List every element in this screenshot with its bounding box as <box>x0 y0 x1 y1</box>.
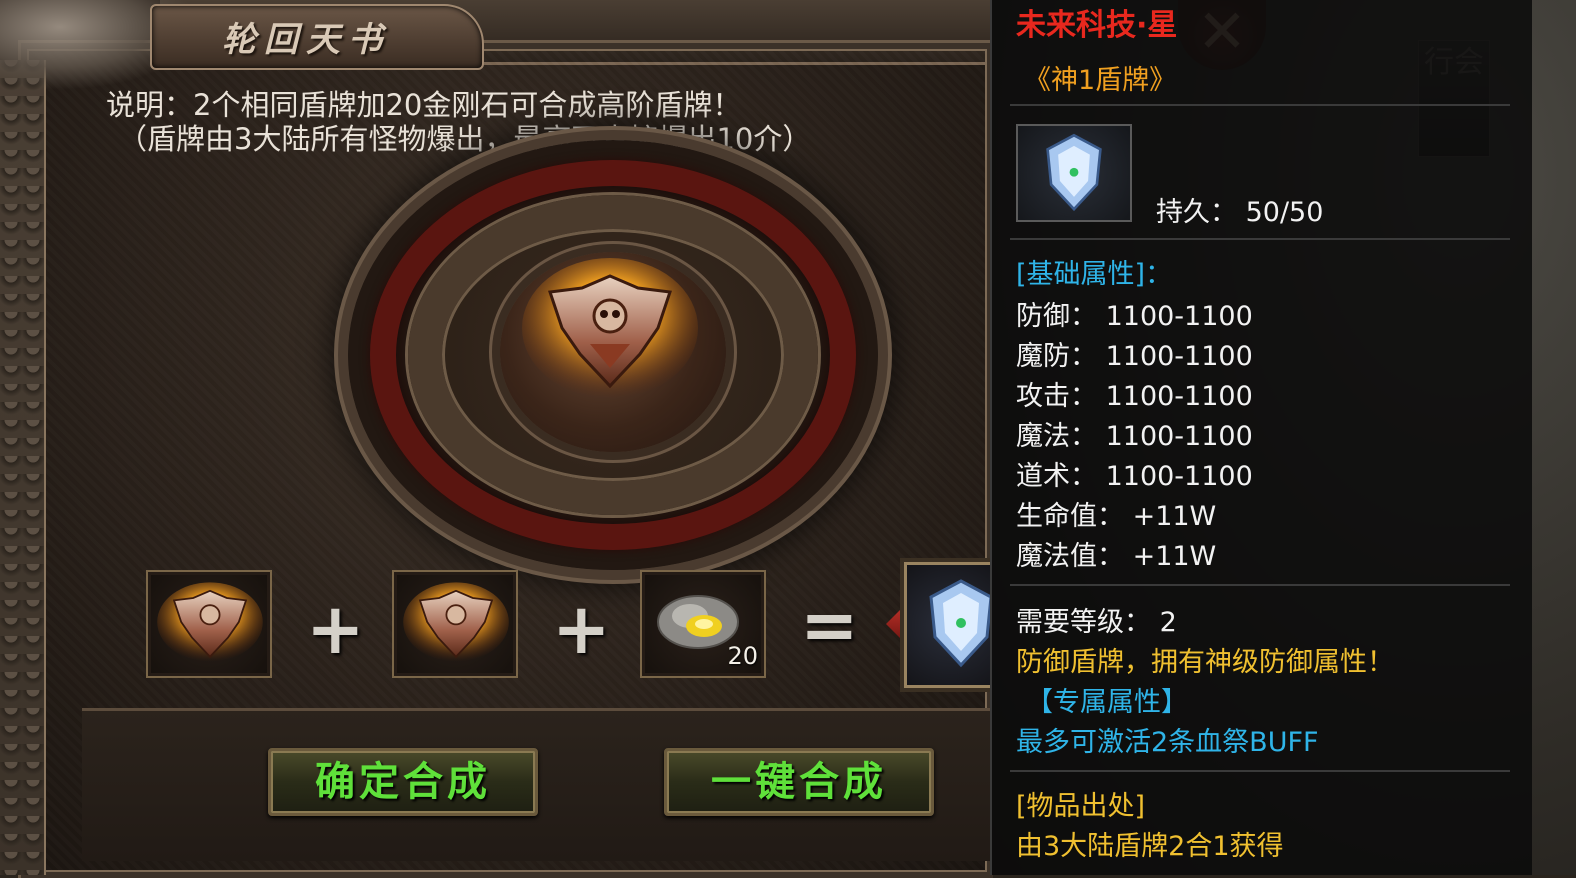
flaming-shield-icon <box>522 258 698 398</box>
stat-taoism: 道术： 1100-1100 <box>1016 461 1253 492</box>
tooltip-item-name: 《神1盾牌》 <box>1024 65 1177 96</box>
material-slot-diamond[interactable]: 20 <box>640 570 766 678</box>
flaming-shield-icon <box>157 582 263 662</box>
tooltip-name-header: 未来科技·星 <box>1016 8 1178 43</box>
crystal-shield-icon <box>929 579 993 668</box>
stat-defense: 防御： 1100-1100 <box>1016 301 1253 332</box>
tooltip-source-desc: 由3大陆盾牌2合1获得 <box>1016 831 1284 862</box>
window-title: 轮回天书 <box>222 20 390 60</box>
stat-attack: 攻击： 1100-1100 <box>1016 381 1253 412</box>
plus-sign: + <box>552 588 611 670</box>
material-count: 20 <box>727 642 758 670</box>
material-slot-shield-2[interactable] <box>392 570 518 678</box>
stat-magic: 魔法： 1100-1100 <box>1016 421 1253 452</box>
plus-sign: + <box>306 588 365 670</box>
tooltip-exclusive-desc: 最多可激活2条血祭BUFF <box>1016 727 1319 758</box>
tooltip-divider <box>1010 238 1510 240</box>
flaming-shield-icon <box>403 582 509 662</box>
tooltip-source-header: [物品出处] <box>1016 791 1146 822</box>
tooltip-divider <box>1010 770 1510 772</box>
stat-hp: 生命值： +11W <box>1016 501 1217 532</box>
tooltip-item-icon <box>1016 124 1132 222</box>
result-slot[interactable] <box>904 562 994 688</box>
tooltip-required-level: 需要等级： 2 <box>1016 607 1177 638</box>
tooltip-durability: 持久： 50/50 <box>1156 197 1324 228</box>
material-slot-shield-1[interactable] <box>146 570 272 678</box>
tooltip-exclusive-header: 【专属属性】 <box>1026 687 1188 718</box>
tooltip-description: 防御盾牌，拥有神级防御属性！ <box>1016 647 1394 678</box>
description-line-2: （盾牌由3大陆所有怪物爆出，最高可直接爆出10介） <box>118 122 812 156</box>
one-click-synthesis-button[interactable]: 一键合成 <box>664 748 934 816</box>
tooltip-divider <box>1010 584 1510 586</box>
tooltip-base-attr-header: [基础属性]： <box>1016 259 1173 290</box>
equals-sign: = <box>800 584 859 666</box>
tooltip-divider <box>1010 104 1510 106</box>
confirm-synthesis-button[interactable]: 确定合成 <box>268 748 538 816</box>
stat-magic-defense: 魔防： 1100-1100 <box>1016 341 1253 372</box>
stat-mp: 魔法值： +11W <box>1016 541 1217 572</box>
crystal-shield-icon <box>1046 133 1102 212</box>
synthesis-window: 轮回天书 说明：2个相同盾牌加20金刚石可合成高阶盾牌！ （盾牌由3大陆所有怪物… <box>0 0 994 878</box>
frame-dragon-scales <box>0 60 46 875</box>
